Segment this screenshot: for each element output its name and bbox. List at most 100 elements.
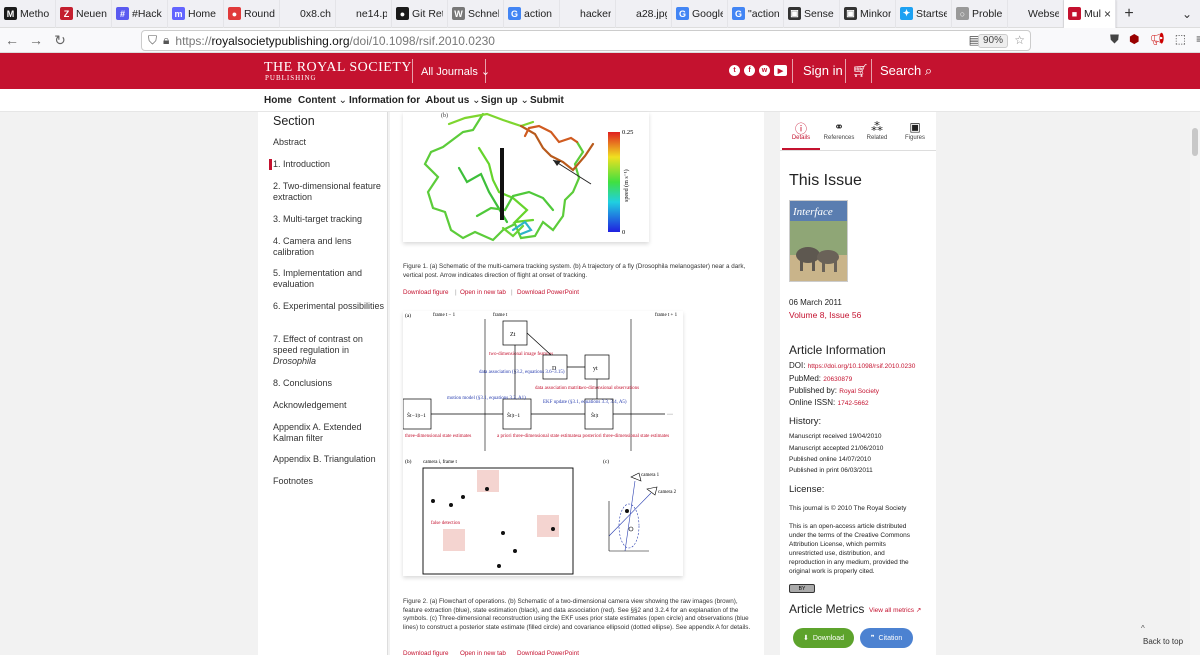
cc-by-badge[interactable]: BY — [789, 584, 815, 593]
toc-item[interactable]: 5. Implementation and evaluation — [273, 268, 385, 290]
browser-tab[interactable]: WSchnell — [448, 0, 504, 28]
volume-link[interactable]: Volume 8, Issue 56 — [789, 310, 861, 320]
tab-title: Git Ret — [412, 7, 443, 20]
toc-item[interactable]: 6. Experimental possibilities — [273, 301, 385, 312]
browser-tab[interactable]: Z Neuent — [56, 0, 112, 28]
tab-title: Proble — [972, 7, 1003, 20]
svg-text:camera 1: camera 1 — [641, 473, 660, 478]
citation-button[interactable]: ❞ Citation — [860, 628, 913, 648]
toc-item[interactable]: 7. Effect of contrast on speed regulatio… — [273, 334, 385, 367]
publisher-link[interactable]: Royal Society — [839, 388, 879, 395]
browser-tab[interactable]: m Home — [168, 0, 224, 28]
browser-tab[interactable]: Gaction — [504, 0, 560, 28]
open-in-new-tab-link[interactable]: Open in new tab — [460, 289, 506, 296]
extension-ublock-icon[interactable]: ⬢ — [1129, 32, 1139, 47]
tab-title: 0x8.ch/Ha — [300, 7, 331, 20]
browser-tab[interactable]: ■Multi× — [1064, 0, 1116, 28]
search-button[interactable]: Search ⌕ — [880, 63, 932, 79]
lock-icon[interactable]: 🔒︎ — [163, 33, 169, 48]
browser-tab[interactable]: G Google — [672, 0, 728, 28]
menu-icon[interactable]: ≡ — [1196, 32, 1200, 47]
browser-tab[interactable]: ▣ Sense — [784, 0, 840, 28]
download-powerpoint-link[interactable]: Download PowerPoint — [517, 289, 579, 296]
scrollbar-thumb[interactable] — [1192, 128, 1198, 156]
reload-icon[interactable]: ↻ — [48, 32, 72, 49]
chevron-up-icon[interactable]: ^ — [1141, 624, 1145, 633]
toc-item[interactable]: 4. Camera and lens calibration — [273, 236, 385, 258]
nav-submit[interactable]: Submit — [530, 95, 564, 106]
nav-about-us[interactable]: About us ⌄ — [426, 95, 481, 106]
twitter-icon[interactable]: t — [729, 65, 740, 76]
tab-favicon-icon: ○ — [956, 7, 969, 20]
tab-figures[interactable]: ▣ Figures — [896, 120, 934, 141]
svg-text:motion model (§3.1, equations: motion model (§3.1, equations 3.2, A1) — [447, 396, 526, 401]
toc-item[interactable]: Appendix A. Extended Kalman filter — [273, 422, 385, 444]
open-in-new-tab-link[interactable]: Open in new tab — [460, 650, 506, 657]
issn-link[interactable]: 1742-5662 — [837, 400, 868, 407]
browser-tab[interactable]: # #Hack — [112, 0, 168, 28]
zoom-level[interactable]: 90% — [977, 34, 1008, 48]
back-to-top-link[interactable]: Back to top — [1143, 637, 1183, 646]
browser-tab[interactable]: ne14.png — [336, 0, 392, 28]
url-bar[interactable]: ⛉ 🔒︎ https://royalsocietypublishing.org/… — [141, 30, 1031, 51]
all-journals-dropdown[interactable]: All Journals ⌄ — [421, 65, 490, 78]
toc-item[interactable]: 1. Introduction — [269, 159, 381, 170]
download-button[interactable]: ⬇ Download — [793, 628, 854, 648]
history-heading: History: — [789, 416, 822, 427]
extension-announce-icon[interactable]: 📢︎ — [1150, 32, 1165, 47]
browser-tab[interactable]: a28.jpg (J — [616, 0, 672, 28]
tab-title: Google — [692, 7, 723, 20]
shield-icon[interactable]: ⛉ — [148, 33, 157, 48]
sign-in-link[interactable]: Sign in — [803, 63, 843, 78]
browser-tab[interactable]: ✦ Startse — [896, 0, 952, 28]
forward-arrow-icon[interactable]: → — [24, 32, 48, 48]
toc-item[interactable]: 8. Conclusions — [273, 378, 385, 389]
youtube-icon[interactable]: ▶ — [774, 65, 787, 76]
toc-item[interactable]: 3. Multi-target tracking — [273, 214, 385, 225]
wechat-icon[interactable]: w — [759, 65, 770, 76]
pubmed-link[interactable]: 20630879 — [823, 376, 852, 383]
download-figure-link[interactable]: Download figure — [403, 650, 449, 657]
svg-text:EKF update (§3.1, equations 3.: EKF update (§3.1, equations 3.3, 3.4, A5… — [543, 400, 627, 405]
nav-content[interactable]: Content ⌄ — [298, 95, 347, 106]
browser-tab[interactable]: ● Round — [224, 0, 280, 28]
browser-tab[interactable]: ▣ Minkor — [840, 0, 896, 28]
browser-tab[interactable]: M Metho — [0, 0, 56, 28]
list-all-tabs-icon[interactable]: ⌄ — [1174, 7, 1200, 21]
nav-information-for[interactable]: Information for ⌄ — [349, 95, 431, 106]
view-all-metrics-link[interactable]: View all metrics ↗ — [869, 606, 921, 614]
bookmark-star-icon[interactable]: ☆ — [1014, 33, 1025, 47]
new-tab-button[interactable]: + — [1116, 5, 1142, 23]
journal-cover[interactable]: Interface — [789, 200, 848, 282]
facebook-icon[interactable]: f — [744, 65, 755, 76]
toc-item[interactable]: Appendix B. Triangulation — [273, 454, 385, 465]
nav-sign-up[interactable]: Sign up ⌄ — [481, 95, 529, 106]
pocket-icon[interactable]: ⛊ — [1110, 32, 1119, 47]
toc-item[interactable]: Acknowledgement — [273, 400, 385, 411]
toc-item[interactable]: Footnotes — [273, 476, 385, 487]
browser-tab[interactable]: ● Git Ret — [392, 0, 448, 28]
close-tab-icon[interactable]: × — [1104, 7, 1111, 21]
extensions-puzzle-icon[interactable]: ⬚ — [1175, 32, 1186, 47]
download-figure-link[interactable]: Download figure — [403, 289, 449, 296]
figure-1[interactable]: (b) 0.25 0 speed (m s⁻¹) — [403, 112, 649, 242]
toc-item[interactable]: Abstract — [273, 137, 385, 148]
browser-tab[interactable]: hackersca — [560, 0, 616, 28]
cart-icon[interactable]: 🛒︎ — [852, 63, 869, 79]
browser-tab[interactable]: 0x8.ch/Ha — [280, 0, 336, 28]
doi-link[interactable]: https://doi.org/10.1098/rsif.2010.0230 — [808, 363, 916, 370]
figure-2[interactable]: (a) frame t − 1 frame t frame t + 1 Zt t… — [402, 311, 683, 576]
browser-tab[interactable]: G "action — [728, 0, 784, 28]
browser-tab[interactable]: ○ Proble — [952, 0, 1008, 28]
tab-related[interactable]: ⁂ Related — [858, 120, 896, 141]
svg-text:frame t: frame t — [493, 313, 508, 318]
tab-details[interactable]: ⓘ Details — [782, 120, 820, 150]
page-scrollbar[interactable] — [1190, 112, 1200, 655]
back-arrow-icon[interactable]: ← — [0, 32, 24, 48]
tab-references[interactable]: ⚭ References — [820, 120, 858, 141]
download-powerpoint-link[interactable]: Download PowerPoint — [517, 650, 579, 657]
browser-tab[interactable]: Webseite — [1008, 0, 1064, 28]
history-received: Manuscript received 19/04/2010 — [789, 433, 882, 440]
nav-home[interactable]: Home — [264, 95, 292, 106]
toc-item[interactable]: 2. Two-dimensional feature extraction — [273, 181, 385, 203]
